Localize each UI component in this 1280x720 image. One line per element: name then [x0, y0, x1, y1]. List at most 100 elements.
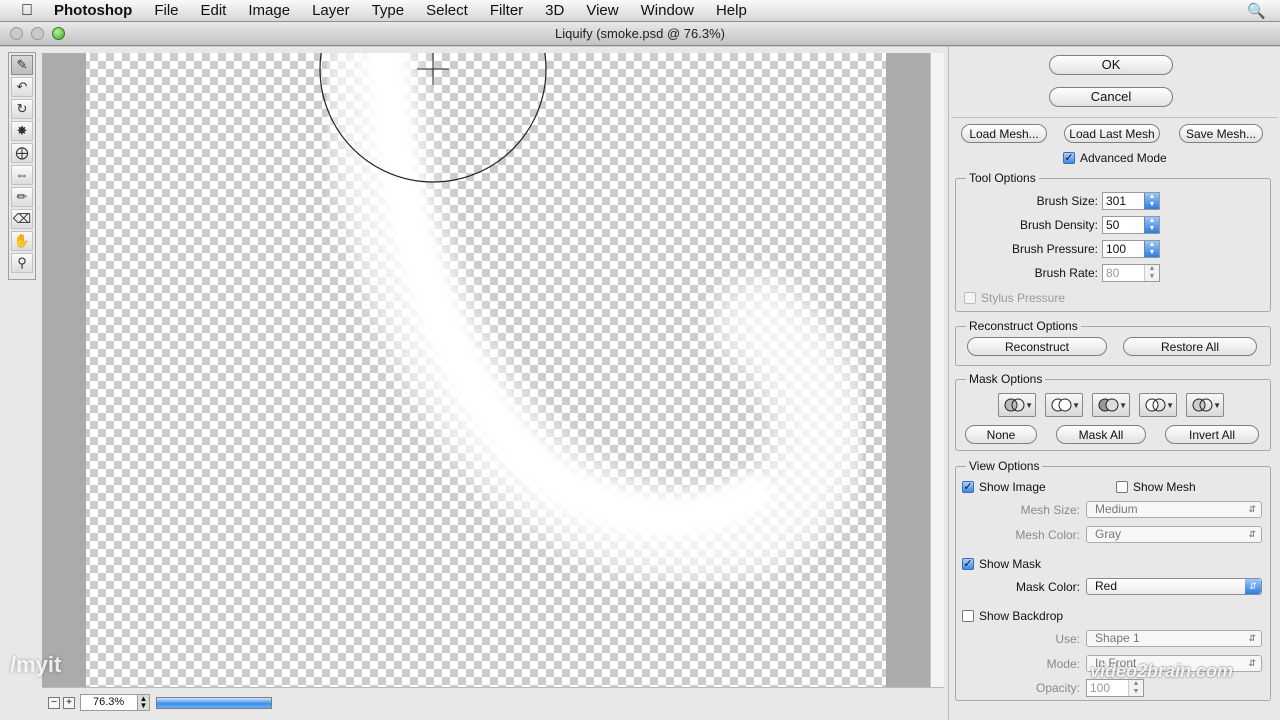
hand-tool-icon[interactable]: ✋	[11, 231, 33, 251]
chevron-updown-icon: ⇵	[1248, 658, 1256, 668]
thaw-mask-tool-icon[interactable]: ⌫	[11, 209, 33, 229]
show-image-checkbox[interactable]: ✓ Show Image	[962, 480, 1046, 494]
push-left-tool-icon[interactable]: ⇔	[11, 165, 33, 185]
reconstruct-button[interactable]: Reconstruct	[967, 337, 1107, 356]
chevron-updown-icon: ⇵	[1248, 529, 1256, 539]
apple-icon[interactable]: 	[0, 2, 54, 20]
zoom-window-button[interactable]	[52, 27, 65, 40]
menu-image[interactable]: Image	[237, 0, 301, 22]
brush-rate-field: 80 ▲ ▼	[1102, 264, 1160, 282]
tool-options-group: Tool Options Brush Size: 301 ▲ ▼ Brush Den…	[955, 171, 1271, 312]
mask-all-button[interactable]: Mask All	[1056, 425, 1146, 444]
stepper-icon: ▲ ▼	[1128, 680, 1143, 696]
window-titlebar: Liquify (smoke.psd @ 76.3%)	[0, 22, 1280, 46]
checkbox-box	[1116, 481, 1128, 493]
bloat-tool-icon[interactable]: ⨁	[11, 143, 33, 163]
subtract-from-selection-icon[interactable]: ▼	[1092, 393, 1130, 417]
menu-photoshop[interactable]: Photoshop	[54, 0, 143, 22]
menu-3d[interactable]: 3D	[534, 0, 575, 22]
show-backdrop-checkbox[interactable]: Show Backdrop	[962, 609, 1063, 623]
menu-select[interactable]: Select	[415, 0, 479, 22]
canvas-scrollbar[interactable]	[930, 53, 944, 687]
checkbox-box	[962, 610, 974, 622]
window-title: Liquify (smoke.psd @ 76.3%)	[555, 26, 725, 41]
zoom-level-value: 76.3%	[93, 696, 125, 708]
reconstruct-tool-icon[interactable]: ↶	[11, 77, 33, 97]
show-mesh-checkbox[interactable]: Show Mesh	[1116, 480, 1196, 494]
brush-size-label: Brush Size:	[1036, 194, 1098, 208]
ok-button[interactable]: OK	[1049, 55, 1173, 75]
menu-window[interactable]: Window	[630, 0, 705, 22]
add-to-selection-icon[interactable]: ▼	[1045, 393, 1083, 417]
brush-rate-label: Brush Rate:	[1034, 266, 1098, 280]
checkmark-icon: ✓	[1063, 152, 1075, 164]
cancel-button[interactable]: Cancel	[1049, 87, 1173, 107]
show-mask-checkbox[interactable]: ✓ Show Mask	[962, 557, 1041, 571]
brush-density-value: 50	[1106, 218, 1120, 232]
menu-bar:  Photoshop File Edit Image Layer Type S…	[0, 0, 1280, 22]
brush-density-field[interactable]: 50 ▲ ▼	[1102, 216, 1160, 234]
reconstruct-options-group: Reconstruct Options Reconstruct Restore …	[955, 319, 1271, 366]
close-window-button[interactable]	[10, 27, 23, 40]
save-mesh-button[interactable]: Save Mesh...	[1179, 124, 1263, 143]
use-select: Shape 1 ⇵	[1086, 630, 1262, 647]
zoom-out-icon[interactable]: −	[48, 697, 60, 709]
chevron-updown-icon: ⇵	[1245, 579, 1261, 594]
zoom-tool-icon[interactable]: ⚲	[11, 253, 33, 273]
mesh-color-label: Mesh Color:	[1015, 528, 1080, 542]
mask-color-select[interactable]: Red ⇵	[1086, 578, 1262, 595]
minimize-window-button[interactable]	[31, 27, 44, 40]
stepper-icon[interactable]: ▲ ▼	[1144, 241, 1159, 257]
smoke-image	[86, 53, 886, 687]
divider	[951, 117, 1277, 118]
menu-type[interactable]: Type	[361, 0, 416, 22]
menu-filter[interactable]: Filter	[479, 0, 534, 22]
chevron-updown-icon: ⇵	[1248, 633, 1256, 643]
freeze-mask-tool-icon[interactable]: ✏	[11, 187, 33, 207]
stepper-icon: ▲ ▼	[1144, 265, 1159, 281]
progress-bar	[156, 697, 272, 709]
zoom-level-select[interactable]: 76.3% ▲ ▼	[80, 694, 150, 711]
reconstruct-options-title: Reconstruct Options	[966, 319, 1081, 333]
forward-warp-tool-icon[interactable]: ✎	[11, 55, 33, 75]
show-image-label: Show Image	[979, 480, 1046, 494]
show-mesh-label: Show Mesh	[1133, 480, 1196, 494]
pucker-tool-icon[interactable]: ✸	[11, 121, 33, 141]
stylus-pressure-checkbox[interactable]: Stylus Pressure	[964, 291, 1065, 305]
invert-all-button[interactable]: Invert All	[1165, 425, 1259, 444]
menu-help[interactable]: Help	[705, 0, 758, 22]
lynda-watermark: /myit	[10, 652, 62, 677]
preview-canvas[interactable]	[42, 53, 930, 687]
video2brain-watermark: video2brain.com	[1090, 661, 1234, 681]
none-button[interactable]: None	[965, 425, 1037, 444]
brush-pressure-value: 100	[1106, 242, 1127, 256]
use-value: Shape 1	[1095, 631, 1140, 645]
checkbox-box	[964, 292, 976, 304]
show-backdrop-label: Show Backdrop	[979, 609, 1064, 623]
advanced-mode-checkbox[interactable]: ✓ Advanced Mode	[1063, 151, 1167, 165]
load-last-mesh-button[interactable]: Load Last Mesh	[1064, 124, 1160, 143]
stepper-icon[interactable]: ▲ ▼	[1144, 193, 1159, 209]
stepper-icon[interactable]: ▲ ▼	[1144, 217, 1159, 233]
intersect-selection-icon[interactable]: ▼	[1139, 393, 1177, 417]
brush-size-field[interactable]: 301 ▲ ▼	[1102, 192, 1160, 210]
mesh-size-label: Mesh Size:	[1020, 503, 1080, 517]
menu-file[interactable]: File	[143, 0, 189, 22]
tool-options-title: Tool Options	[966, 171, 1039, 185]
brush-pressure-field[interactable]: 100 ▲ ▼	[1102, 240, 1160, 258]
zoom-in-icon[interactable]: +	[63, 697, 75, 709]
twirl-tool-icon[interactable]: ↻	[11, 99, 33, 119]
menu-layer[interactable]: Layer	[301, 0, 361, 22]
view-options-title: View Options	[966, 459, 1043, 473]
replace-selection-icon[interactable]: ▼	[998, 393, 1036, 417]
spotlight-search-icon[interactable]: 🔍	[1247, 2, 1266, 20]
menu-edit[interactable]: Edit	[190, 0, 238, 22]
opacity-value: 100	[1090, 681, 1111, 695]
invert-selection-icon[interactable]: ▼	[1186, 393, 1224, 417]
restore-all-button[interactable]: Restore All	[1123, 337, 1257, 356]
load-mesh-button[interactable]: Load Mesh...	[961, 124, 1047, 143]
progress-fill	[157, 698, 271, 708]
opacity-label: Opacity:	[1035, 681, 1080, 695]
chevron-updown-icon: ⇵	[1248, 504, 1256, 514]
menu-view[interactable]: View	[575, 0, 629, 22]
